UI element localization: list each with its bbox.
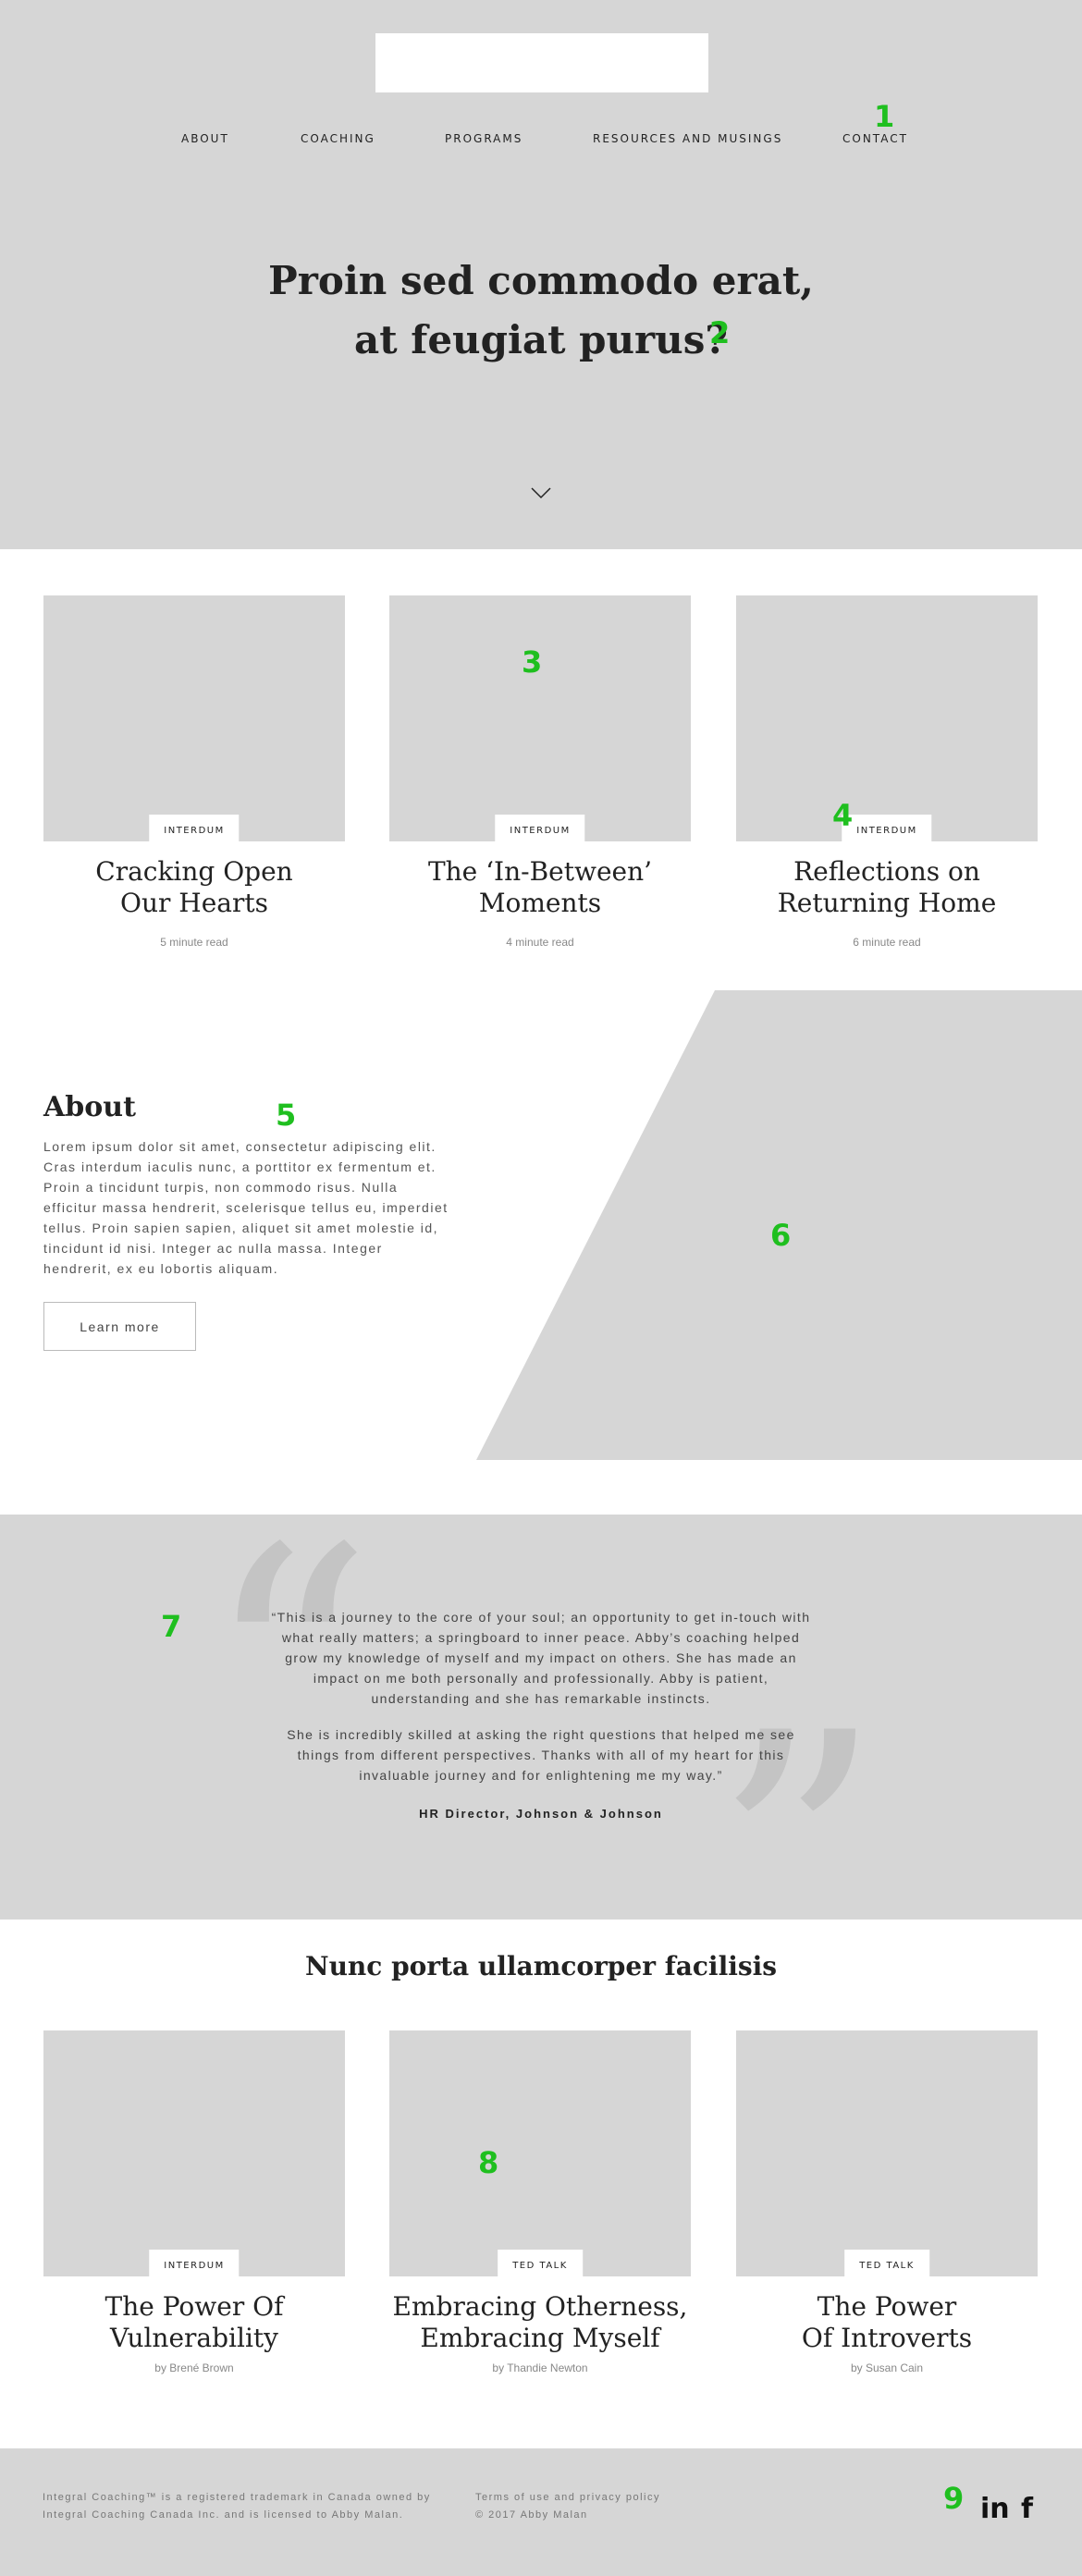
article-image[interactable]: INTERDUM bbox=[389, 595, 691, 841]
talk-title-line2: Vulnerability bbox=[110, 2323, 278, 2353]
testimonial-section: “ ” “This is a journey to the core of yo… bbox=[0, 1505, 1082, 2023]
footer-trademark-line1: Integral Coaching™ is a registered trade… bbox=[43, 2492, 431, 2503]
article-title[interactable]: Reflections on Returning Home bbox=[736, 856, 1038, 919]
footer: Integral Coaching™ is a registered trade… bbox=[0, 2448, 1082, 2576]
article-read-time: 5 minute read bbox=[160, 936, 228, 949]
hero-title: Proin sed commodo erat, at feugiat purus… bbox=[0, 251, 1082, 370]
article-image[interactable]: INTERDUM bbox=[43, 595, 345, 841]
facebook-icon[interactable]: f bbox=[1021, 2493, 1033, 2525]
article-title[interactable]: The ‘In-Between’ Moments bbox=[389, 856, 691, 919]
talk-image[interactable]: TED TALK bbox=[389, 2030, 691, 2276]
chevron-down-icon[interactable] bbox=[530, 486, 552, 499]
hero-section: ABOUT COACHING PROGRAMS RESOURCES AND MU… bbox=[0, 0, 1082, 549]
talks-section-title: Nunc porta ullamcorper facilisis bbox=[304, 1951, 777, 1981]
article-image[interactable]: INTERDUM bbox=[736, 595, 1038, 841]
footer-legal: Terms of use and privacy policy © 2017 A… bbox=[475, 2489, 660, 2524]
annotation-marker: 2 bbox=[709, 315, 731, 350]
article-title-line2: Returning Home bbox=[777, 888, 997, 918]
annotation-marker: 4 bbox=[832, 798, 854, 833]
nav-item-programs[interactable]: PROGRAMS bbox=[445, 132, 523, 145]
talk-author: by Susan Cain bbox=[850, 2361, 924, 2374]
article-tag: INTERDUM bbox=[149, 815, 240, 841]
about-text: Lorem ipsum dolor sit amet, consectetur … bbox=[43, 1139, 449, 1276]
nav-item-resources[interactable]: RESOURCES AND MUSINGS bbox=[593, 132, 782, 145]
copyright: © 2017 Abby Malan bbox=[475, 2509, 588, 2521]
about-title: About bbox=[43, 1091, 136, 1123]
nav-item-about[interactable]: ABOUT bbox=[181, 132, 229, 145]
nav-item-coaching[interactable]: COACHING bbox=[301, 132, 375, 145]
article-title-line1: Cracking Open bbox=[95, 856, 293, 887]
logo-placeholder[interactable] bbox=[375, 33, 708, 92]
annotation-marker: 6 bbox=[770, 1218, 792, 1253]
talk-title[interactable]: Embracing Otherness, Embracing Myself bbox=[389, 2291, 691, 2354]
talk-card[interactable]: TED TALK The Power Of Introverts by Susa… bbox=[736, 2030, 1038, 2374]
talk-author: by Thandie Newton bbox=[492, 2361, 588, 2374]
testimonial-paragraph-2: She is incredibly skilled at asking the … bbox=[287, 1727, 795, 1783]
talk-tag: TED TALK bbox=[844, 2250, 929, 2276]
article-card[interactable]: INTERDUM Reflections on Returning Home 6… bbox=[736, 595, 1038, 949]
annotation-marker: 5 bbox=[276, 1098, 297, 1133]
talk-card[interactable]: INTERDUM The Power Of Vulnerability by B… bbox=[43, 2030, 345, 2374]
hero-title-line1: Proin sed commodo erat, bbox=[268, 258, 814, 303]
talk-title-line1: The Power bbox=[817, 2291, 957, 2322]
article-title[interactable]: Cracking Open Our Hearts bbox=[43, 856, 345, 919]
talk-title-line1: The Power Of bbox=[105, 2291, 284, 2322]
article-title-line1: Reflections on bbox=[793, 856, 980, 887]
annotation-marker: 3 bbox=[522, 644, 543, 680]
article-read-time: 6 minute read bbox=[853, 936, 921, 949]
article-tag: INTERDUM bbox=[842, 815, 932, 841]
footer-trademark: Integral Coaching™ is a registered trade… bbox=[43, 2489, 431, 2524]
talk-card[interactable]: TED TALK Embracing Otherness, Embracing … bbox=[389, 2030, 691, 2374]
article-tag: INTERDUM bbox=[495, 815, 585, 841]
article-title-line2: Our Hearts bbox=[120, 888, 268, 918]
article-title-line2: Moments bbox=[478, 888, 602, 918]
article-title-line1: The ‘In-Between’ bbox=[427, 856, 653, 887]
testimonial-paragraph-1: “This is a journey to the core of your s… bbox=[271, 1610, 811, 1706]
main-nav: ABOUT COACHING PROGRAMS RESOURCES AND MU… bbox=[0, 132, 1082, 151]
talk-title[interactable]: The Power Of Vulnerability bbox=[43, 2291, 345, 2354]
talk-image[interactable]: TED TALK bbox=[736, 2030, 1038, 2276]
talk-tag: TED TALK bbox=[498, 2250, 583, 2276]
talk-title[interactable]: The Power Of Introverts bbox=[736, 2291, 1038, 2354]
terms-link[interactable]: Terms of use and privacy policy bbox=[475, 2492, 660, 2503]
learn-more-button[interactable]: Learn more bbox=[43, 1302, 196, 1351]
talk-tag: INTERDUM bbox=[149, 2250, 240, 2276]
article-card[interactable]: INTERDUM Cracking Open Our Hearts 5 minu… bbox=[43, 595, 345, 949]
annotation-marker: 1 bbox=[874, 99, 895, 134]
testimonial-author: HR Director, Johnson & Johnson bbox=[419, 1807, 663, 1821]
talk-title-line2: Embracing Myself bbox=[420, 2323, 660, 2353]
article-read-time: 4 minute read bbox=[506, 936, 574, 949]
talk-image[interactable]: INTERDUM bbox=[43, 2030, 345, 2276]
talk-title-line2: Of Introverts bbox=[801, 2323, 973, 2353]
linkedin-icon[interactable]: in bbox=[980, 2493, 1010, 2525]
footer-trademark-line2: Integral Coaching Canada Inc. and is lic… bbox=[43, 2509, 404, 2521]
talk-title-line1: Embracing Otherness, bbox=[392, 2291, 688, 2322]
annotation-marker: 7 bbox=[161, 1609, 182, 1644]
annotation-marker: 9 bbox=[943, 2481, 965, 2516]
nav-item-contact[interactable]: CONTACT bbox=[842, 132, 908, 145]
talk-author: by Brené Brown bbox=[154, 2361, 234, 2374]
annotation-marker: 8 bbox=[478, 2145, 499, 2180]
hero-title-line2: at feugiat purus? bbox=[354, 317, 728, 362]
